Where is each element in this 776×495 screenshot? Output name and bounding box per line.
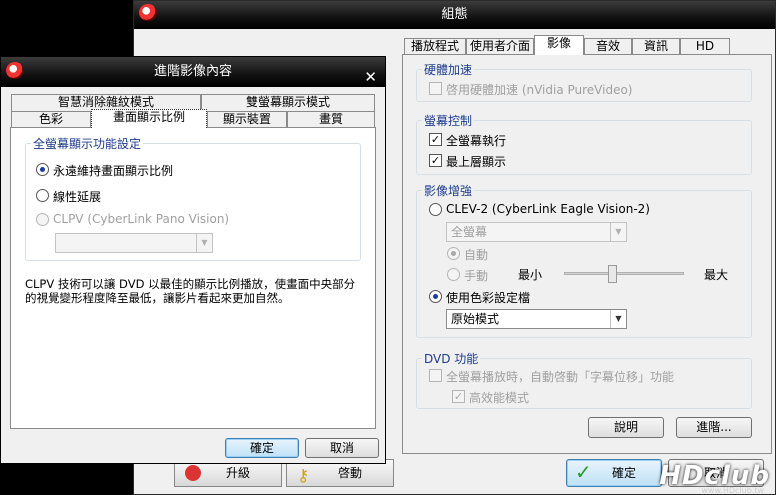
hw-accel-label: 啓用硬體加速 (nVidia PureVideo): [446, 83, 633, 97]
manual-label: 手動: [464, 269, 489, 283]
hdclub-watermark-url: www.HDclub.tw: [701, 486, 764, 495]
tab-user-interface[interactable]: 使用者介面: [466, 38, 534, 55]
subtitle-shift-label: 全螢幕播放時，自動啓動「字幕位移」功能: [446, 370, 675, 384]
color-profile-label: 使用色彩設定檔: [446, 291, 531, 305]
hw-accel-checkbox[interactable]: [429, 82, 442, 95]
keep-ratio-radio[interactable]: [36, 163, 49, 176]
clev-mode-select[interactable]: 全螢幕 ▼: [446, 222, 627, 242]
tab-audio[interactable]: 音效: [584, 38, 632, 55]
activate-label: 啓動: [337, 466, 362, 480]
manual-radio[interactable]: [447, 268, 460, 281]
linear-stretch-radio[interactable]: [36, 189, 49, 202]
hw-accel-legend: 硬體加速: [422, 61, 475, 78]
enhance-slider-track[interactable]: [564, 272, 684, 275]
tab-dual-display[interactable]: 雙螢幕顯示模式: [201, 94, 375, 111]
explain-button[interactable]: 說明: [588, 417, 664, 438]
config-ok-label: 確定: [611, 466, 636, 480]
tab-aspect-ratio[interactable]: 畫面顯示比例: [91, 109, 207, 128]
clpv-select[interactable]: ▼: [55, 233, 213, 253]
enhance-legend: 影像增強: [422, 182, 475, 199]
tab-hddvd[interactable]: HD DVD: [680, 38, 730, 68]
chevron-down-icon: ▼: [610, 310, 626, 328]
clev-label: CLEV-2 (CyberLink Eagle Vision-2): [446, 202, 650, 216]
chevron-down-icon: ▼: [610, 223, 626, 241]
fullscreen-label: 全螢幕執行: [446, 134, 507, 148]
tab-quality[interactable]: 畫質: [287, 111, 375, 128]
clpv-label: CLPV (CyberLink Pano Vision): [53, 212, 230, 226]
advanced-cancel-button[interactable]: 取消: [305, 438, 379, 458]
config-titlebar: 組態: [134, 1, 775, 29]
tab-video[interactable]: 影像: [534, 35, 584, 55]
linear-stretch-label: 線性延展: [53, 190, 102, 204]
color-profile-select[interactable]: 原始模式 ▼: [446, 309, 627, 329]
on-top-label: 最上層顯示: [446, 155, 507, 169]
on-top-checkbox[interactable]: ✓: [429, 154, 442, 167]
checkmark-icon: ✓: [575, 460, 592, 484]
fullscreen-settings-legend: 全螢幕顯示功能設定: [31, 135, 144, 152]
clev-radio[interactable]: [429, 203, 442, 216]
config-title: 組態: [441, 7, 468, 22]
fullscreen-checkbox[interactable]: ✓: [429, 133, 442, 146]
high-perf-checkbox[interactable]: ✓: [452, 390, 465, 403]
tab-color[interactable]: 色彩: [11, 111, 91, 128]
subtitle-shift-checkbox[interactable]: [429, 369, 442, 382]
advanced-dialog: 進階影像內容 ✕ 智慧消除雜紋模式 雙螢幕顯示模式 色彩 畫面顯示比例 顯示裝置…: [0, 56, 386, 464]
app-logo-icon: [139, 4, 157, 21]
config-ok-button[interactable]: ✓ 確定: [566, 459, 662, 487]
upgrade-label: 升級: [225, 466, 250, 480]
advanced-button[interactable]: 進階...: [676, 417, 752, 438]
app-logo-icon: [6, 62, 24, 79]
color-profile-value: 原始模式: [451, 312, 500, 326]
close-icon[interactable]: ✕: [364, 62, 377, 92]
chevron-down-icon: ▼: [196, 234, 212, 252]
advanced-title: 進階影像內容: [153, 64, 232, 79]
key-icon: ⚷: [297, 466, 310, 486]
auto-label: 自動: [464, 248, 489, 262]
screen-control-legend: 螢幕控制: [422, 112, 475, 129]
tab-player[interactable]: 播放程式: [404, 38, 466, 55]
upgrade-icon: [185, 465, 201, 481]
clpv-description: CLPV 技術可以讓 DVD 以最佳的顯示比例播放，使畫面中央部分的視覺變形程度…: [25, 277, 356, 305]
tab-info[interactable]: 資訊: [632, 38, 680, 55]
advanced-ok-button[interactable]: 確定: [225, 438, 299, 458]
color-profile-radio[interactable]: [429, 290, 442, 303]
slider-min-label: 最小: [518, 268, 543, 282]
enhance-slider-thumb[interactable]: [607, 265, 617, 283]
dvd-legend: DVD 功能: [422, 350, 481, 367]
advanced-titlebar: 進階影像內容 ✕: [1, 57, 385, 87]
clev-mode-value: 全螢幕: [451, 225, 488, 239]
clpv-radio[interactable]: [36, 213, 49, 226]
keep-ratio-label: 永遠維持畫面顯示比例: [53, 164, 174, 178]
tab-display-device[interactable]: 顯示裝置: [207, 111, 287, 128]
slider-max-label: 最大: [704, 268, 729, 282]
high-perf-label: 高效能模式: [469, 391, 530, 405]
auto-radio[interactable]: [447, 247, 460, 260]
